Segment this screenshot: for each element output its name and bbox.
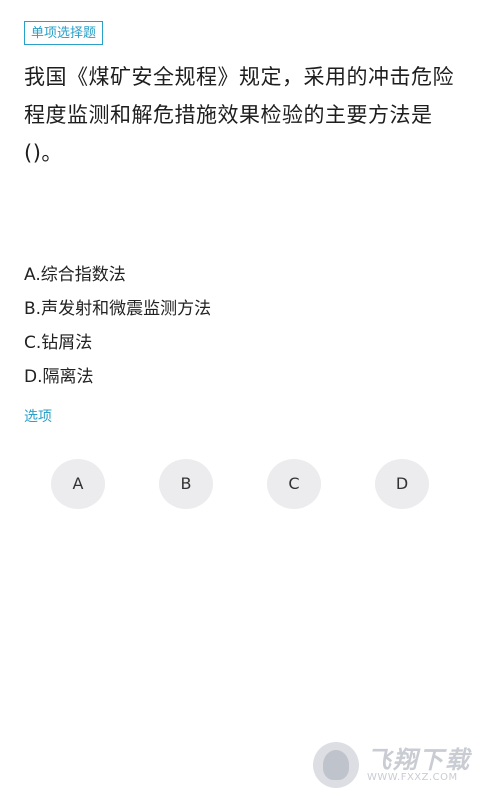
watermark-url: WWW.FXXZ.COM bbox=[367, 772, 458, 783]
answer-a-button[interactable]: A bbox=[51, 459, 105, 509]
option-c-text: C.钻屑法 bbox=[24, 333, 93, 353]
answer-c-button[interactable]: C bbox=[267, 459, 321, 509]
option-b-text: B.声发射和微震监测方法 bbox=[24, 299, 212, 319]
watermark-logo-icon bbox=[313, 742, 359, 788]
option-list: A.综合指数法 B.声发射和微震监测方法 C.钻屑法 D.隔离法 bbox=[24, 258, 464, 394]
question-text: 我国《煤矿安全规程》规定，采用的冲击危险程度监测和解危措施效果检验的主要方法是(… bbox=[24, 65, 454, 165]
answer-d-button[interactable]: D bbox=[375, 459, 429, 509]
site-watermark: 飞翔下载 WWW.FXXZ.COM bbox=[313, 740, 473, 790]
watermark-title: 飞翔下载 bbox=[367, 746, 471, 774]
question-page: 单项选择题 我国《煤矿安全规程》规定，采用的冲击危险程度监测和解危措施效果检验的… bbox=[0, 0, 480, 800]
answer-b-button[interactable]: B bbox=[159, 459, 213, 509]
answer-button-row: A B C D bbox=[0, 459, 480, 511]
options-section-label: 选项 bbox=[24, 409, 52, 425]
option-a-text: A.综合指数法 bbox=[24, 265, 126, 285]
option-d-text: D.隔离法 bbox=[24, 367, 94, 387]
question-type-badge: 单项选择题 bbox=[24, 21, 104, 45]
